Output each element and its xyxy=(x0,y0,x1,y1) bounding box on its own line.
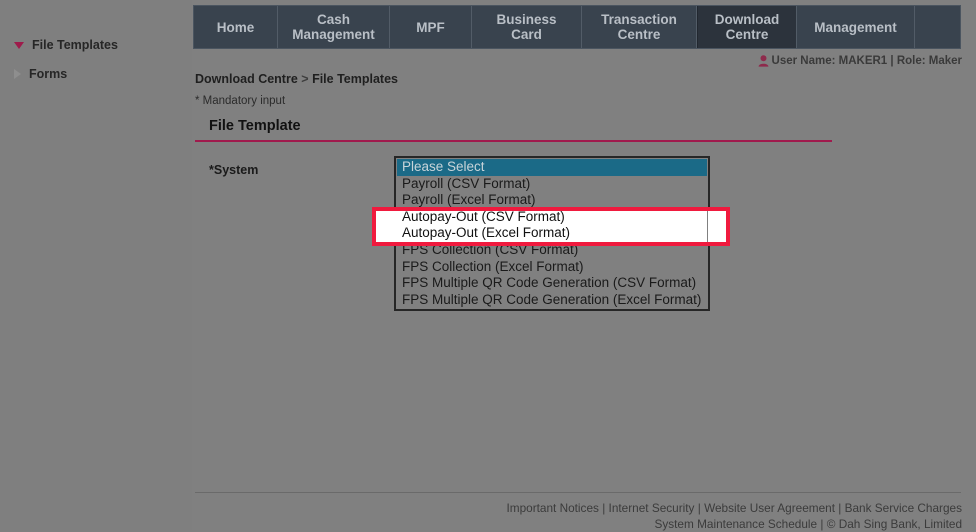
breadcrumb: Download Centre > File Templates xyxy=(195,72,961,86)
listbox-option[interactable]: FPS Multiple QR Code Generation (CSV For… xyxy=(397,275,707,292)
footer-link-internet-security[interactable]: Internet Security xyxy=(609,501,695,515)
listbox-option[interactable]: Autopay-Out (Excel Format) xyxy=(397,225,707,242)
sidebar-item-label: Forms xyxy=(29,67,67,81)
listbox-option[interactable]: Please Select xyxy=(397,159,707,176)
page-title: File Template xyxy=(195,118,832,134)
nav-tab-mpf[interactable]: MPF xyxy=(390,6,472,48)
nav-tab-business-card[interactable]: Business Card xyxy=(472,6,582,48)
sidebar-item-forms[interactable]: Forms xyxy=(14,67,67,81)
listbox-option[interactable]: FPS Multiple QR Code Generation (Excel F… xyxy=(397,292,707,309)
annotation-fill-right xyxy=(708,211,726,242)
mandatory-input-note: * Mandatory input xyxy=(195,95,961,107)
footer-link-system-maintenance-schedule[interactable]: System Maintenance Schedule xyxy=(654,517,817,531)
breadcrumb-current: File Templates xyxy=(312,72,398,86)
form-row-system: *System Please Select Payroll (CSV Forma… xyxy=(193,163,961,333)
main-navigation-bar: Home Cash Management MPF Business Card T… xyxy=(193,5,961,49)
footer: Important Notices | Internet Security | … xyxy=(506,501,962,532)
footer-sep: | xyxy=(599,501,609,515)
listbox-option[interactable]: Autopay-Out (CSV Format) xyxy=(397,209,707,226)
triangle-down-icon xyxy=(14,42,24,49)
main-content: Download Centre > File Templates * Manda… xyxy=(193,60,961,333)
listbox-option[interactable]: FPS Collection (CSV Format) xyxy=(397,242,707,259)
footer-sep: | xyxy=(694,501,704,515)
breadcrumb-separator: > xyxy=(301,72,308,86)
nav-tab-home[interactable]: Home xyxy=(194,6,278,48)
sidebar-item-file-templates[interactable]: File Templates xyxy=(14,38,118,52)
footer-copyright: © Dah Sing Bank, Limited xyxy=(827,517,962,531)
footer-link-website-user-agreement[interactable]: Website User Agreement xyxy=(704,501,835,515)
system-select-listbox[interactable]: Please Select Payroll (CSV Format) Payro… xyxy=(394,156,710,311)
triangle-right-icon xyxy=(14,69,21,79)
nav-tab-cash-management[interactable]: Cash Management xyxy=(278,6,390,48)
sidebar: File Templates Forms xyxy=(0,0,192,530)
footer-line-1: Important Notices | Internet Security | … xyxy=(506,501,962,517)
footer-sep: | xyxy=(817,517,827,531)
listbox-option[interactable]: Payroll (CSV Format) xyxy=(397,176,707,193)
listbox-option[interactable]: FPS Collection (Excel Format) xyxy=(397,259,707,276)
system-field-label: *System xyxy=(209,163,258,177)
footer-sep: | xyxy=(835,501,845,515)
footer-link-important-notices[interactable]: Important Notices xyxy=(506,501,598,515)
breadcrumb-parent[interactable]: Download Centre xyxy=(195,72,298,86)
nav-tab-download-centre[interactable]: Download Centre xyxy=(697,6,797,48)
nav-tab-transaction-centre[interactable]: Transaction Centre xyxy=(582,6,697,48)
nav-tab-management[interactable]: Management xyxy=(797,6,915,48)
section-header: File Template xyxy=(195,118,832,142)
listbox-option[interactable]: Payroll (Excel Format) xyxy=(397,192,707,209)
footer-link-bank-service-charges[interactable]: Bank Service Charges xyxy=(845,501,962,515)
footer-divider xyxy=(195,492,961,493)
sidebar-item-label: File Templates xyxy=(32,38,118,52)
annotation-fill-left xyxy=(376,211,397,242)
